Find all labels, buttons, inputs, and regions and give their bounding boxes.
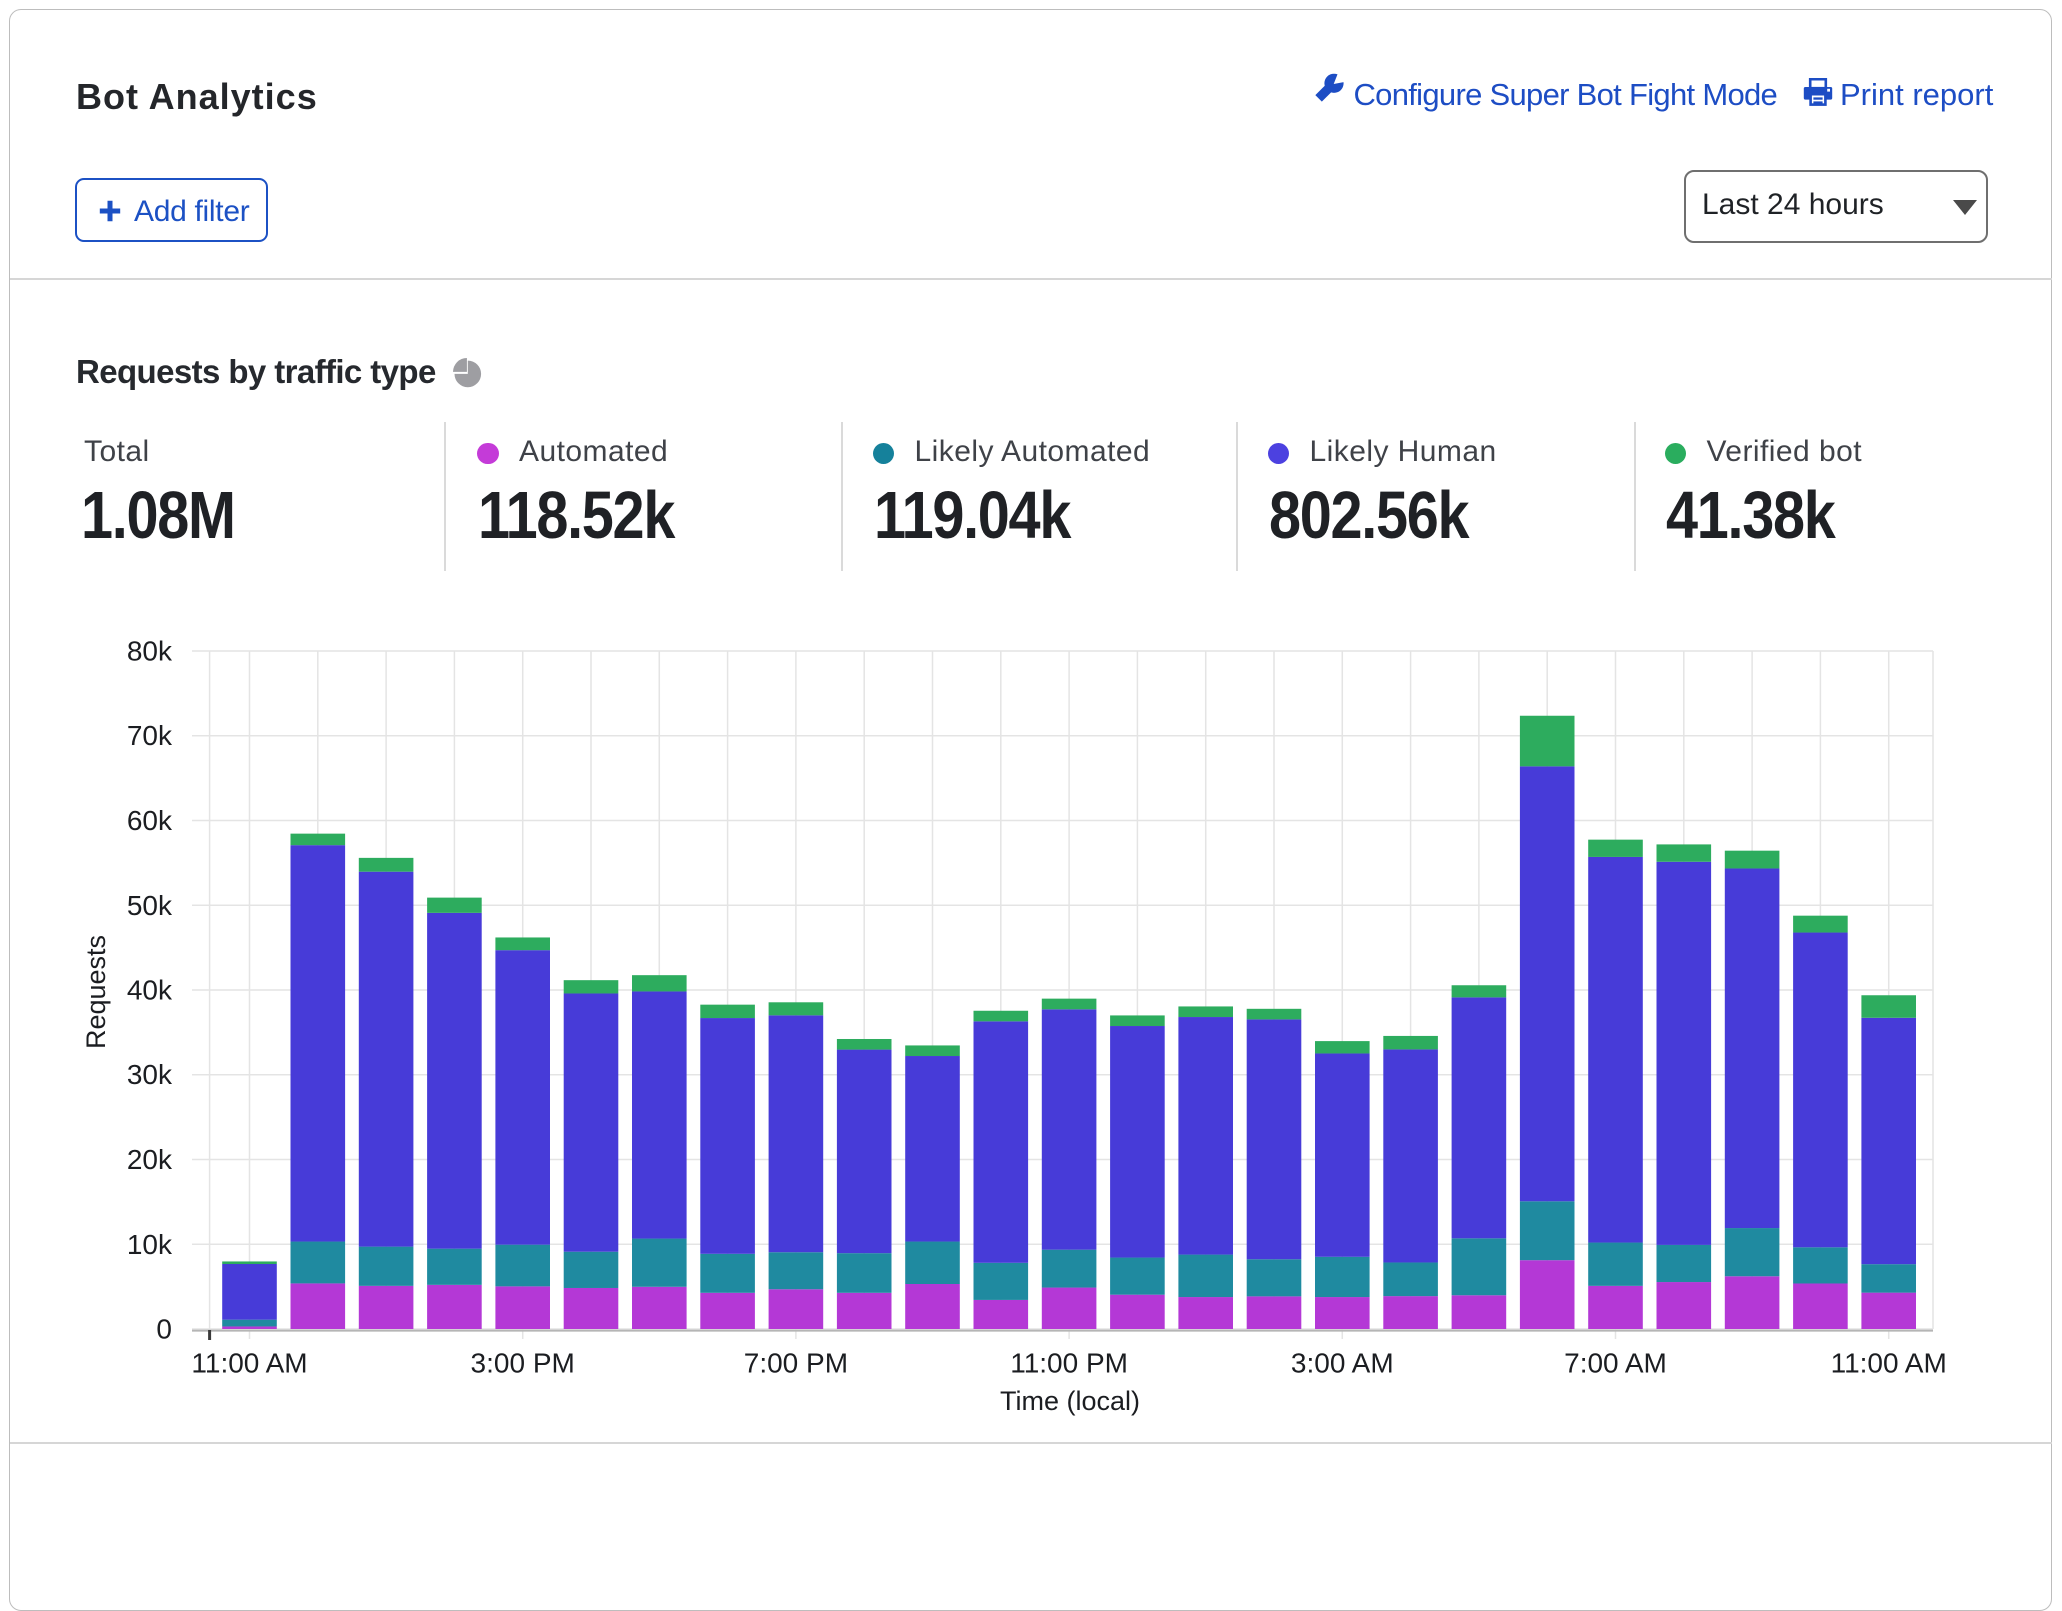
svg-text:3:00 PM: 3:00 PM — [471, 1348, 575, 1379]
svg-text:10k: 10k — [127, 1229, 173, 1260]
svg-text:7:00 PM: 7:00 PM — [744, 1348, 848, 1379]
svg-text:7:00 AM: 7:00 AM — [1564, 1348, 1667, 1379]
svg-text:60k: 60k — [127, 805, 173, 836]
svg-text:30k: 30k — [127, 1059, 173, 1090]
svg-text:70k: 70k — [127, 720, 173, 751]
svg-text:80k: 80k — [127, 636, 173, 667]
svg-text:40k: 40k — [127, 975, 173, 1006]
svg-text:Time (local): Time (local) — [1000, 1386, 1140, 1416]
svg-text:11:00 AM: 11:00 AM — [1831, 1348, 1947, 1379]
svg-text:50k: 50k — [127, 890, 173, 921]
svg-text:3:00 AM: 3:00 AM — [1291, 1348, 1394, 1379]
svg-text:0: 0 — [156, 1314, 172, 1345]
svg-text:Requests: Requests — [81, 935, 111, 1049]
svg-text:11:00 AM: 11:00 AM — [191, 1348, 307, 1379]
svg-text:20k: 20k — [127, 1144, 173, 1175]
svg-text:11:00 PM: 11:00 PM — [1010, 1348, 1128, 1379]
